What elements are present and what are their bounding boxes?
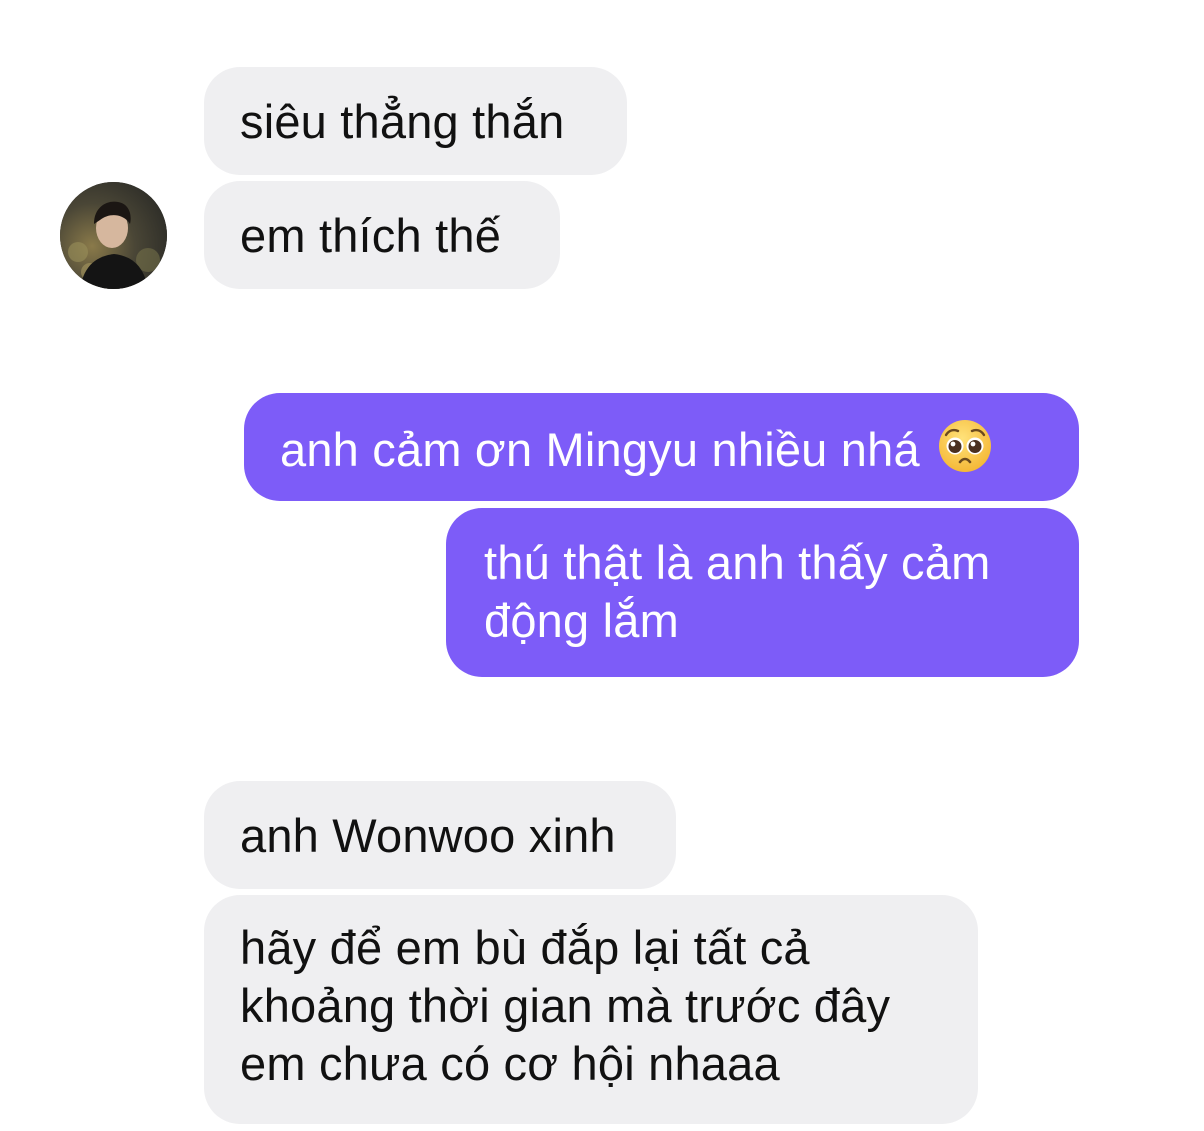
profile-photo-icon (60, 182, 167, 289)
message-text: anh cảm ơn Mingyu nhiều nhá (280, 423, 920, 476)
message-bubble-incoming[interactable]: siêu thẳng thắn (204, 67, 627, 175)
message-bubble-incoming[interactable]: anh Wonwoo xinh (204, 781, 676, 889)
message-bubble-outgoing[interactable]: anh cảm ơn Mingyu nhiều nhá (244, 393, 1079, 501)
message-text: anh Wonwoo xinh (240, 809, 616, 862)
contact-avatar[interactable] (60, 182, 167, 289)
message-text: thú thật là anh thấy cảm động lắm (484, 536, 991, 647)
message-text: hãy để em bù đắp lại tất cả khoảng thời … (240, 921, 891, 1090)
message-bubble-incoming[interactable]: em thích thế (204, 181, 560, 289)
message-bubble-incoming[interactable]: hãy để em bù đắp lại tất cả khoảng thời … (204, 895, 978, 1124)
message-text: em thích thế (240, 209, 502, 262)
message-text: siêu thẳng thắn (240, 95, 565, 148)
message-bubble-outgoing[interactable]: thú thật là anh thấy cảm động lắm (446, 508, 1079, 677)
pleading-face-icon (939, 420, 992, 472)
